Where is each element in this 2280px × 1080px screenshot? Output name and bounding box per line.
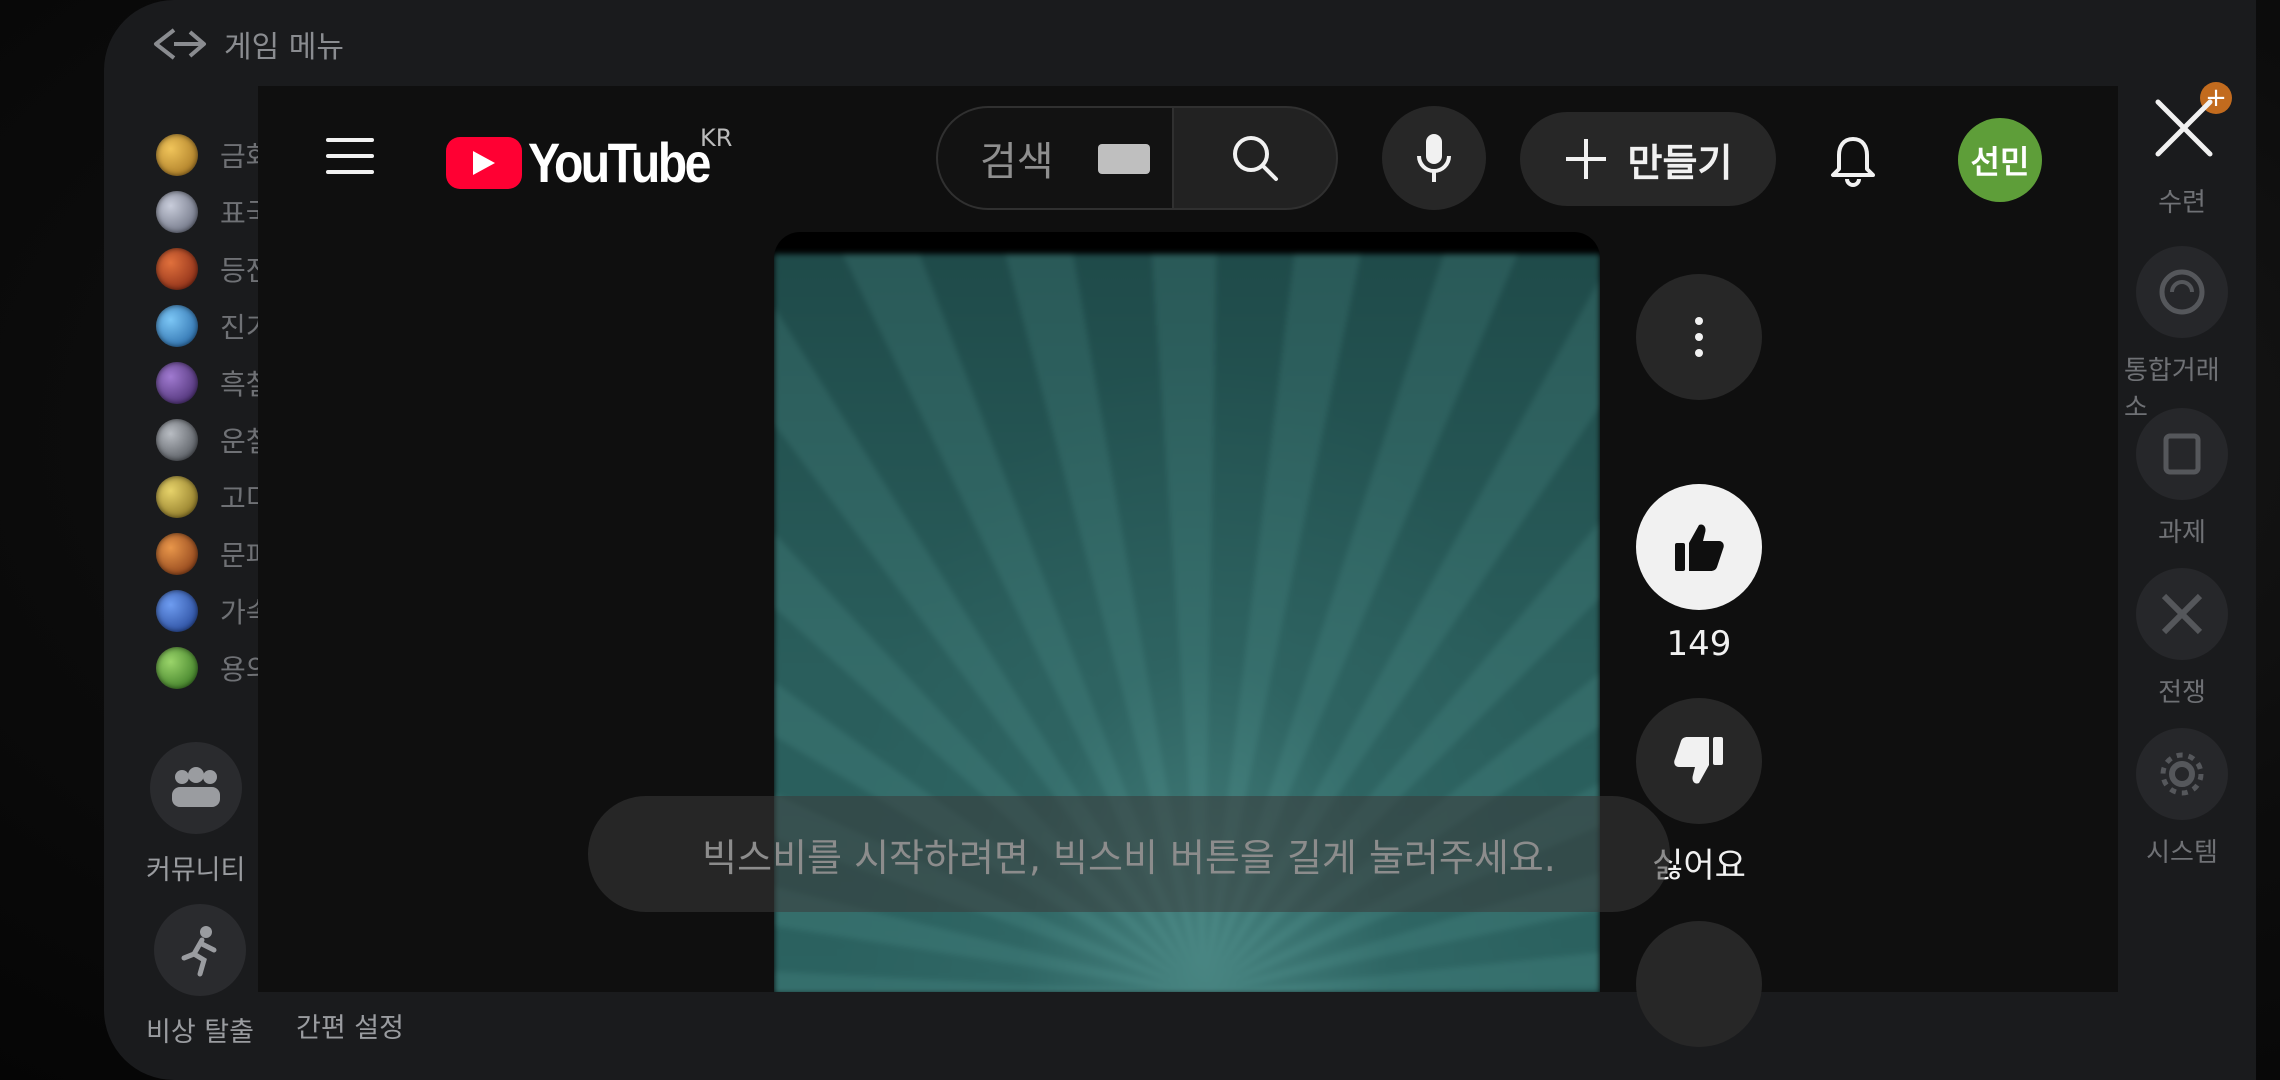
currency-list: 금화 표국 등잔 진기 흑철 운철 고미 문파 가속 용의 bbox=[156, 126, 272, 696]
crystal-icon bbox=[156, 361, 198, 404]
youtube-header: YouTube KR 검색 만들기 선민 bbox=[258, 86, 2118, 236]
coin-icon bbox=[156, 133, 198, 176]
exchange-icon bbox=[2136, 246, 2228, 338]
game-menu-back-icon bbox=[154, 28, 206, 60]
like-button[interactable] bbox=[1636, 484, 1762, 610]
training-label: 수련 bbox=[2158, 188, 2206, 218]
list-item[interactable]: 진기 bbox=[156, 297, 272, 354]
list-item[interactable]: 용의 bbox=[156, 639, 272, 696]
bell-icon bbox=[1831, 137, 1875, 187]
quick-settings-button[interactable]: 간편 설정 bbox=[296, 1006, 404, 1045]
like-count: 149 bbox=[1666, 624, 1732, 664]
community-label: 커뮤니티 bbox=[146, 855, 246, 886]
screen: 게임 메뉴 금화 표국 등잔 진기 흑철 운철 고미 문파 가속 용의 커뮤니티… bbox=[0, 0, 2280, 1080]
thumb-down-icon bbox=[1674, 737, 1723, 784]
youtube-play-icon bbox=[446, 136, 522, 189]
scroll-icon bbox=[2136, 408, 2228, 500]
right-menu-tasks[interactable]: 과제 bbox=[2134, 408, 2230, 549]
crossed-swords-icon bbox=[2136, 568, 2228, 660]
list-item[interactable]: 가속 bbox=[156, 582, 272, 639]
more-vert-icon bbox=[1695, 317, 1703, 357]
speed-icon bbox=[156, 589, 198, 632]
community-icon bbox=[149, 742, 242, 834]
youtube-logo[interactable]: YouTube KR bbox=[446, 124, 738, 195]
keyboard-icon[interactable] bbox=[1098, 144, 1150, 174]
region-code: KR bbox=[700, 124, 733, 152]
lantern-icon bbox=[156, 247, 198, 290]
medal-icon bbox=[156, 190, 198, 233]
youtube-wordmark: YouTube bbox=[528, 131, 711, 194]
emergency-escape-button[interactable]: 비상 탈출 bbox=[146, 904, 254, 1049]
plus-icon bbox=[1565, 139, 1606, 179]
bixby-toast: 빅스비를 시작하려면, 빅스비 버튼을 길게 눌러주세요. bbox=[588, 796, 1670, 912]
gear-icon bbox=[2136, 728, 2228, 820]
war-label: 전쟁 bbox=[2158, 678, 2206, 708]
close-icon[interactable] bbox=[2148, 92, 2220, 164]
list-item[interactable]: 운철 bbox=[156, 411, 272, 468]
list-item[interactable]: 고미 bbox=[156, 468, 272, 525]
game-menu-title: 게임 메뉴 bbox=[224, 30, 344, 65]
create-button[interactable]: 만들기 bbox=[1520, 112, 1776, 206]
game-menu-header[interactable]: 게임 메뉴 bbox=[152, 22, 344, 66]
thumb-up-icon bbox=[1675, 524, 1724, 571]
coin-icon bbox=[156, 475, 198, 518]
dislike-button[interactable] bbox=[1636, 698, 1762, 824]
voice-search-button[interactable] bbox=[1382, 106, 1486, 210]
mic-icon bbox=[1417, 134, 1451, 182]
ore-icon bbox=[156, 418, 198, 461]
comments-button[interactable] bbox=[1636, 921, 1762, 1047]
list-item[interactable]: 흑철 bbox=[156, 354, 272, 411]
right-menu-system[interactable]: 시스템 bbox=[2134, 728, 2230, 869]
emblem-icon bbox=[156, 532, 198, 575]
notifications-button[interactable] bbox=[1818, 126, 1888, 196]
right-menu-war[interactable]: 전쟁 bbox=[2134, 568, 2230, 709]
list-item[interactable]: 표국 bbox=[156, 183, 272, 240]
emergency-escape-label: 비상 탈출 bbox=[146, 1017, 254, 1048]
menu-icon[interactable] bbox=[326, 138, 374, 174]
running-exit-icon bbox=[153, 904, 246, 996]
community-button[interactable]: 커뮤니티 bbox=[146, 742, 245, 887]
search-input[interactable]: 검색 bbox=[936, 106, 1172, 210]
dragon-orb-icon bbox=[156, 646, 198, 689]
create-label: 만들기 bbox=[1627, 140, 1733, 185]
search-icon bbox=[1233, 136, 1278, 181]
system-label: 시스템 bbox=[2146, 838, 2218, 868]
gem-icon bbox=[156, 304, 198, 347]
more-options-button[interactable] bbox=[1636, 274, 1762, 400]
avatar[interactable]: 선민 bbox=[1958, 118, 2042, 202]
list-item[interactable]: 등잔 bbox=[156, 240, 272, 297]
tasks-label: 과제 bbox=[2158, 518, 2206, 548]
quick-settings-label: 간편 설정 bbox=[296, 1013, 404, 1044]
search-button[interactable] bbox=[1172, 106, 1338, 210]
video-actions: 149 싫어요 bbox=[1634, 274, 1764, 1047]
search-placeholder: 검색 bbox=[980, 139, 1054, 185]
right-menu-exchange[interactable]: 통합거래소 bbox=[2124, 246, 2240, 424]
list-item[interactable]: 문파 bbox=[156, 525, 272, 582]
list-item[interactable]: 금화 bbox=[156, 126, 272, 183]
